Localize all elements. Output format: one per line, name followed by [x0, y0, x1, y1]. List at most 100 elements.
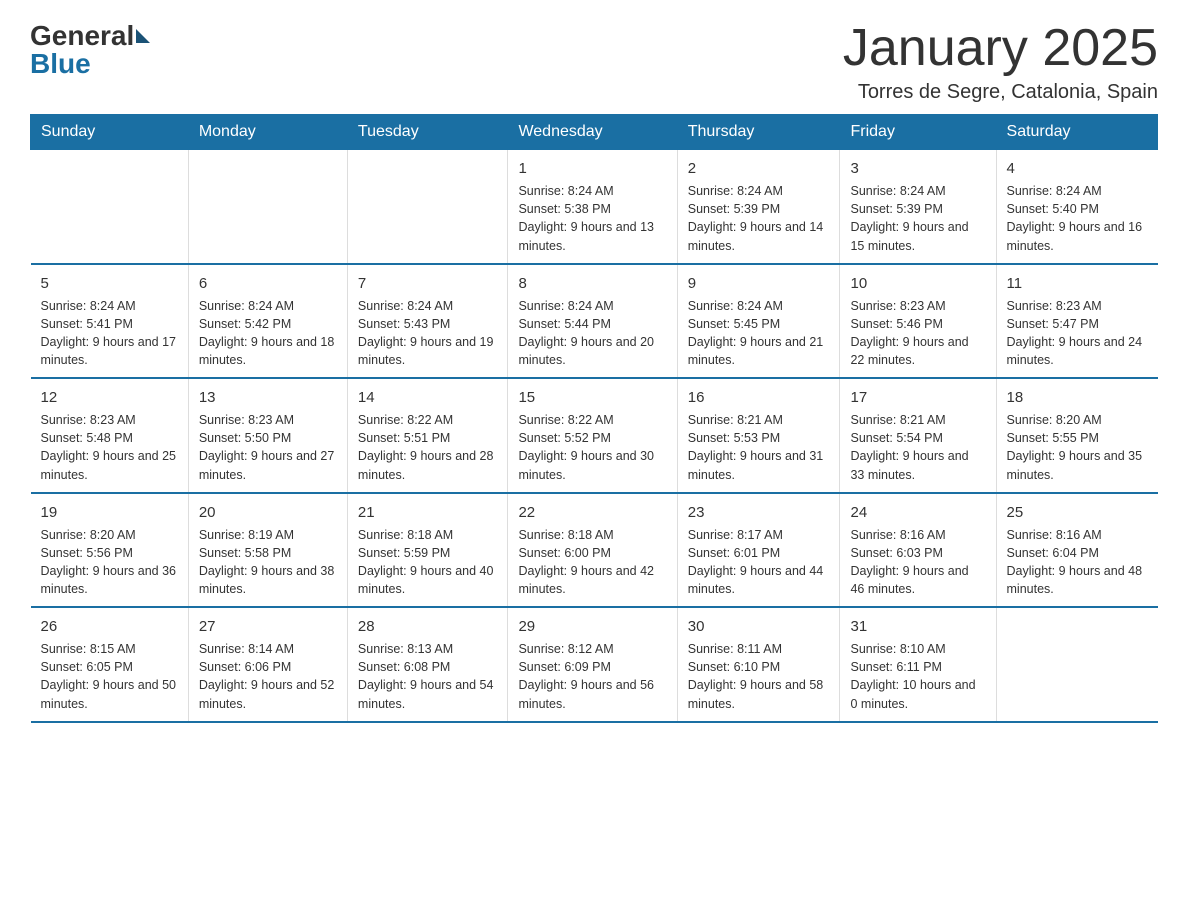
calendar-cell: 24 Sunrise: 8:16 AMSunset: 6:03 PMDayligh… [840, 493, 996, 608]
day-info: Sunrise: 8:20 AMSunset: 5:55 PMDaylight:… [1007, 411, 1148, 484]
day-number: 19 [41, 502, 178, 523]
calendar-cell: 9Sunrise: 8:24 AMSunset: 5:45 PMDaylight… [677, 264, 840, 379]
day-number: 14 [358, 387, 498, 408]
day-info: Sunrise: 8:13 AMSunset: 6:08 PMDaylight:… [358, 640, 498, 713]
calendar-cell: 20 Sunrise: 8:19 AMSunset: 5:58 PMDayligh… [188, 493, 347, 608]
calendar-cell: 2 Sunrise: 8:24 AMSunset: 5:39 PMDaylight… [677, 150, 840, 264]
day-info: Sunrise: 8:20 AMSunset: 5:56 PMDaylight:… [41, 526, 178, 599]
day-number: 2 [688, 158, 830, 179]
day-number: 26 [41, 616, 178, 637]
calendar-cell: 25 Sunrise: 8:16 AMSunset: 6:04 PMDayligh… [996, 493, 1157, 608]
header-monday: Monday [188, 115, 347, 150]
day-info: Sunrise: 8:18 AMSunset: 5:59 PMDaylight:… [358, 526, 498, 599]
calendar-cell: 15 Sunrise: 8:22 AMSunset: 5:52 PMDayligh… [508, 378, 677, 493]
day-number: 12 [41, 387, 178, 408]
day-number: 11 [1007, 273, 1148, 294]
day-info: Sunrise: 8:23 AMSunset: 5:47 PMDaylight:… [1007, 297, 1148, 370]
day-number: 22 [518, 502, 666, 523]
day-number: 7 [358, 273, 498, 294]
day-number: 4 [1007, 158, 1148, 179]
calendar-cell: 13 Sunrise: 8:23 AMSunset: 5:50 PMDayligh… [188, 378, 347, 493]
day-number: 24 [850, 502, 985, 523]
day-info: Sunrise: 8:24 AMSunset: 5:39 PMDaylight:… [688, 182, 830, 255]
calendar-cell: 16 Sunrise: 8:21 AMSunset: 5:53 PMDayligh… [677, 378, 840, 493]
day-number: 5 [41, 273, 178, 294]
day-number: 15 [518, 387, 666, 408]
day-info: Sunrise: 8:22 AMSunset: 5:51 PMDaylight:… [358, 411, 498, 484]
calendar-cell: 27 Sunrise: 8:14 AMSunset: 6:06 PMDayligh… [188, 607, 347, 722]
calendar-cell: 22 Sunrise: 8:18 AMSunset: 6:00 PMDayligh… [508, 493, 677, 608]
day-number: 27 [199, 616, 337, 637]
day-number: 29 [518, 616, 666, 637]
day-number: 10 [850, 273, 985, 294]
calendar-cell: 11 Sunrise: 8:23 AMSunset: 5:47 PMDayligh… [996, 264, 1157, 379]
header-tuesday: Tuesday [347, 115, 508, 150]
day-number: 31 [850, 616, 985, 637]
day-number: 20 [199, 502, 337, 523]
day-info: Sunrise: 8:14 AMSunset: 6:06 PMDaylight:… [199, 640, 337, 713]
day-info: Sunrise: 8:23 AMSunset: 5:46 PMDaylight:… [850, 297, 985, 370]
day-info: Sunrise: 8:11 AMSunset: 6:10 PMDaylight:… [688, 640, 830, 713]
calendar-cell: 1 Sunrise: 8:24 AMSunset: 5:38 PMDaylight… [508, 150, 677, 264]
day-number: 6 [199, 273, 337, 294]
calendar-table: Sunday Monday Tuesday Wednesday Thursday… [30, 114, 1158, 723]
calendar-cell: 21 Sunrise: 8:18 AMSunset: 5:59 PMDayligh… [347, 493, 508, 608]
calendar-cell [31, 150, 189, 264]
logo: General Blue [30, 20, 150, 80]
day-number: 16 [688, 387, 830, 408]
calendar-week-row: 5 Sunrise: 8:24 AMSunset: 5:41 PMDaylight… [31, 264, 1158, 379]
day-info: Sunrise: 8:16 AMSunset: 6:03 PMDaylight:… [850, 526, 985, 599]
day-number: 18 [1007, 387, 1148, 408]
calendar-cell: 3Sunrise: 8:24 AMSunset: 5:39 PMDaylight… [840, 150, 996, 264]
day-number: 13 [199, 387, 337, 408]
calendar-cell: 4 Sunrise: 8:24 AMSunset: 5:40 PMDaylight… [996, 150, 1157, 264]
calendar-header-row: Sunday Monday Tuesday Wednesday Thursday… [31, 115, 1158, 150]
calendar-cell: 12 Sunrise: 8:23 AMSunset: 5:48 PMDayligh… [31, 378, 189, 493]
day-info: Sunrise: 8:21 AMSunset: 5:54 PMDaylight:… [850, 411, 985, 484]
calendar-cell [188, 150, 347, 264]
day-info: Sunrise: 8:24 AMSunset: 5:42 PMDaylight:… [199, 297, 337, 370]
day-info: Sunrise: 8:23 AMSunset: 5:48 PMDaylight:… [41, 411, 178, 484]
day-info: Sunrise: 8:16 AMSunset: 6:04 PMDaylight:… [1007, 526, 1148, 599]
day-info: Sunrise: 8:22 AMSunset: 5:52 PMDaylight:… [518, 411, 666, 484]
calendar-cell: 14 Sunrise: 8:22 AMSunset: 5:51 PMDayligh… [347, 378, 508, 493]
calendar-cell [996, 607, 1157, 722]
calendar-cell: 29Sunrise: 8:12 AMSunset: 6:09 PMDayligh… [508, 607, 677, 722]
day-info: Sunrise: 8:24 AMSunset: 5:43 PMDaylight:… [358, 297, 498, 370]
day-info: Sunrise: 8:21 AMSunset: 5:53 PMDaylight:… [688, 411, 830, 484]
calendar-cell [347, 150, 508, 264]
calendar-cell: 7 Sunrise: 8:24 AMSunset: 5:43 PMDaylight… [347, 264, 508, 379]
day-info: Sunrise: 8:24 AMSunset: 5:38 PMDaylight:… [518, 182, 666, 255]
calendar-week-row: 1 Sunrise: 8:24 AMSunset: 5:38 PMDaylight… [31, 150, 1158, 264]
calendar-cell: 26 Sunrise: 8:15 AMSunset: 6:05 PMDayligh… [31, 607, 189, 722]
day-info: Sunrise: 8:24 AMSunset: 5:45 PMDaylight:… [688, 297, 830, 370]
calendar-cell: 18 Sunrise: 8:20 AMSunset: 5:55 PMDayligh… [996, 378, 1157, 493]
day-info: Sunrise: 8:24 AMSunset: 5:40 PMDaylight:… [1007, 182, 1148, 255]
day-info: Sunrise: 8:18 AMSunset: 6:00 PMDaylight:… [518, 526, 666, 599]
calendar-cell: 19 Sunrise: 8:20 AMSunset: 5:56 PMDayligh… [31, 493, 189, 608]
day-number: 3 [850, 158, 985, 179]
header-friday: Friday [840, 115, 996, 150]
calendar-cell: 28 Sunrise: 8:13 AMSunset: 6:08 PMDayligh… [347, 607, 508, 722]
day-number: 25 [1007, 502, 1148, 523]
calendar-subtitle: Torres de Segre, Catalonia, Spain [843, 81, 1158, 104]
day-number: 21 [358, 502, 498, 523]
day-info: Sunrise: 8:10 AMSunset: 6:11 PMDaylight:… [850, 640, 985, 713]
calendar-cell: 8Sunrise: 8:24 AMSunset: 5:44 PMDaylight… [508, 264, 677, 379]
day-info: Sunrise: 8:24 AMSunset: 5:44 PMDaylight:… [518, 297, 666, 370]
calendar-cell: 31 Sunrise: 8:10 AMSunset: 6:11 PMDayligh… [840, 607, 996, 722]
day-number: 17 [850, 387, 985, 408]
page-header: General Blue January 2025 Torres de Segr… [30, 20, 1158, 104]
day-info: Sunrise: 8:19 AMSunset: 5:58 PMDaylight:… [199, 526, 337, 599]
logo-arrow-icon [136, 29, 150, 43]
day-number: 28 [358, 616, 498, 637]
header-wednesday: Wednesday [508, 115, 677, 150]
day-info: Sunrise: 8:24 AMSunset: 5:41 PMDaylight:… [41, 297, 178, 370]
day-info: Sunrise: 8:17 AMSunset: 6:01 PMDaylight:… [688, 526, 830, 599]
day-info: Sunrise: 8:15 AMSunset: 6:05 PMDaylight:… [41, 640, 178, 713]
day-info: Sunrise: 8:23 AMSunset: 5:50 PMDaylight:… [199, 411, 337, 484]
logo-blue-text: Blue [30, 48, 91, 80]
day-number: 23 [688, 502, 830, 523]
day-number: 1 [518, 158, 666, 179]
header-thursday: Thursday [677, 115, 840, 150]
